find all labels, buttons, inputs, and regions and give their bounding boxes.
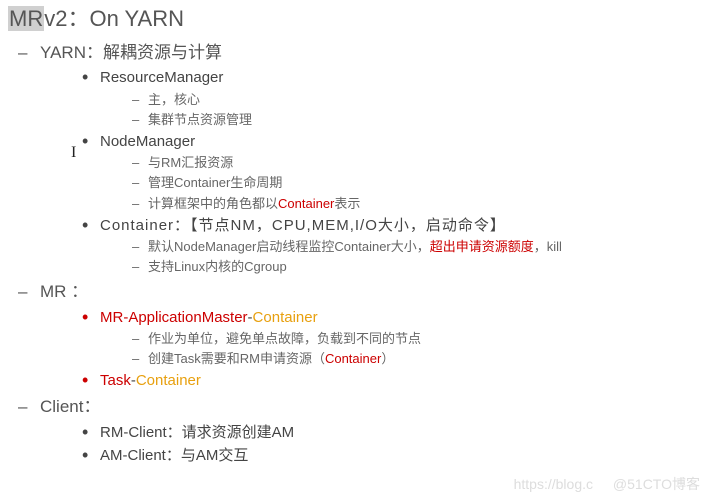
rm-sub2: 集群节点资源管理 <box>126 110 704 130</box>
appmaster-sublist: 作业为单位，避免单点故障，负载到不同的节点 创建Task需要和RM申请资源（Co… <box>126 329 704 369</box>
item-task: Task-Container <box>78 369 704 392</box>
item-nodemanager: NodeManager 与RM汇报资源 管理Container生命周期 计算框架… <box>78 130 704 214</box>
rm-sub1: 主，核心 <box>126 90 704 110</box>
client-items: RM-Client：请求资源创建AM AM-Client：与AM交互 <box>78 421 704 468</box>
client-heading: Client： <box>40 397 100 416</box>
document-root: MRv2：On YARN YARN：解耦资源与计算 ResourceManage… <box>0 0 708 467</box>
watermark-brand: @51CTO博客 <box>613 474 700 496</box>
title-rest: v2：On YARN <box>44 6 184 31</box>
nm-sub3-container: Container <box>278 196 334 211</box>
yarn-heading: YARN：解耦资源与计算 <box>40 43 222 62</box>
container-sublist: 默认NodeManager启动线程监控Container大小，超出申请资源额度，… <box>126 237 704 277</box>
nm-sub3-suffix: 表示 <box>334 196 360 211</box>
appmaster-sub2-prefix: 创建Task需要和RM申请资源（ <box>148 351 325 366</box>
container-sub1: 默认NodeManager启动线程监控Container大小，超出申请资源额度，… <box>126 237 704 257</box>
section-client: Client： RM-Client：请求资源创建AM AM-Client：与AM… <box>18 394 704 467</box>
watermark-url: https://blog.c <box>514 474 593 496</box>
nm-label: NodeManager <box>100 133 195 150</box>
container-label: Container：【节点NM，CPU,MEM,I/O大小，启动命令】 <box>100 217 506 234</box>
nm-sub2: 管理Container生命周期 <box>126 173 704 193</box>
task-orange: Container <box>136 372 201 389</box>
mr-heading: MR ： <box>40 282 88 301</box>
item-rmclient: RM-Client：请求资源创建AM <box>78 421 704 444</box>
rm-sublist: 主，核心 集群节点资源管理 <box>126 90 704 130</box>
container-sub1-suffix: ，kill <box>534 239 562 254</box>
nm-sub3-prefix: 计算框架中的角色都以 <box>148 196 278 211</box>
item-amclient: AM-Client：与AM交互 <box>78 444 704 467</box>
item-appmaster: MR-ApplicationMaster-Container 作业为单位，避免单… <box>78 306 704 370</box>
section-yarn: YARN：解耦资源与计算 ResourceManager 主，核心 集群节点资源… <box>18 40 704 277</box>
page-title: MRv2：On YARN <box>8 2 704 36</box>
container-sub1-prefix: 默认NodeManager启动线程监控Container大小， <box>148 239 430 254</box>
rm-label: ResourceManager <box>100 69 223 86</box>
appmaster-sub2-red: Container <box>325 351 381 366</box>
nm-sublist: 与RM汇报资源 管理Container生命周期 计算框架中的角色都以Contai… <box>126 153 704 213</box>
container-sub1-red: 超出申请资源额度 <box>430 239 534 254</box>
title-highlight: MR <box>8 6 44 31</box>
appmaster-sub2-suffix: ） <box>381 351 394 366</box>
appmaster-sub1: 作业为单位，避免单点故障，负载到不同的节点 <box>126 329 704 349</box>
item-container: Container：【节点NM，CPU,MEM,I/O大小，启动命令】 默认No… <box>78 214 704 278</box>
item-resourcemanager: ResourceManager 主，核心 集群节点资源管理 <box>78 66 704 130</box>
appmaster-orange: Container <box>253 309 318 326</box>
container-sub2: 支持Linux内核的Cgroup <box>126 257 704 277</box>
task-red: Task <box>100 372 131 389</box>
yarn-items: ResourceManager 主，核心 集群节点资源管理 NodeManage… <box>78 66 704 277</box>
appmaster-red: MR-ApplicationMaster <box>100 309 248 326</box>
nm-sub1: 与RM汇报资源 <box>126 153 704 173</box>
mr-items: MR-ApplicationMaster-Container 作业为单位，避免单… <box>78 306 704 393</box>
section-mr: MR ： MR-ApplicationMaster-Container 作业为单… <box>18 279 704 392</box>
nm-sub3: 计算框架中的角色都以Container表示 <box>126 194 704 214</box>
outline-top: YARN：解耦资源与计算 ResourceManager 主，核心 集群节点资源… <box>18 40 704 467</box>
appmaster-sub2: 创建Task需要和RM申请资源（Container） <box>126 349 704 369</box>
